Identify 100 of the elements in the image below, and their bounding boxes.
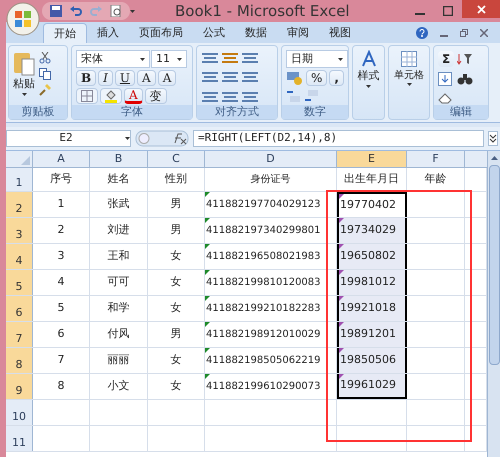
column-header[interactable]: B (90, 151, 148, 167)
table-cell: 张武 (90, 192, 148, 217)
align-middle-icon[interactable] (221, 51, 239, 65)
caret-icon (406, 83, 412, 86)
error-indicator-icon (205, 348, 210, 353)
caret-icon (177, 58, 182, 60)
row-header[interactable]: 8 (6, 348, 33, 373)
table-cell: 王和 (90, 244, 148, 269)
currency-icon[interactable] (286, 70, 304, 86)
shrink-font-button[interactable]: A (158, 70, 176, 86)
close-icon[interactable] (480, 28, 488, 36)
caret-icon (22, 92, 26, 96)
align-right-icon[interactable] (241, 70, 259, 84)
binoculars-icon[interactable] (457, 72, 474, 86)
error-indicator-icon (205, 270, 210, 275)
group-label: 编辑 (434, 105, 488, 119)
align-top-icon[interactable] (201, 51, 219, 65)
table-cell: 19850506 (337, 348, 407, 373)
phonetic-button[interactable]: 变 (144, 88, 167, 104)
table-cell: 5 (33, 296, 90, 321)
table-cell: 2 (33, 218, 90, 243)
undo-icon[interactable] (70, 5, 82, 17)
group-label: 字体 (72, 105, 192, 119)
vertical-scrollbar[interactable] (487, 151, 500, 457)
table-cell: 可可 (90, 270, 148, 295)
brush-icon[interactable] (39, 84, 51, 96)
styles-icon (360, 50, 378, 68)
scroll-thumb[interactable] (488, 165, 500, 365)
grow-font-button[interactable]: A (137, 70, 156, 86)
font-color-button[interactable]: A (124, 88, 143, 104)
table-cell: 19734029 (337, 218, 407, 243)
table-cell: 小文 (90, 374, 148, 399)
ribbon-tab[interactable]: 审阅 (277, 23, 319, 43)
comma-button[interactable]: , (329, 70, 344, 86)
table-grid-icon (400, 50, 418, 68)
styles-button[interactable]: 样式 (357, 50, 380, 119)
sort-filter-icon[interactable] (457, 52, 474, 66)
row-header[interactable]: 6 (6, 296, 33, 321)
row-header[interactable]: 3 (6, 218, 33, 243)
ribbon-tab[interactable]: 页面布局 (129, 23, 193, 43)
formula-field[interactable]: =RIGHT(LEFT(D2,14),8) (193, 130, 484, 147)
percent-button[interactable]: % (306, 70, 328, 86)
row-header[interactable]: 1 (6, 168, 33, 191)
underline-button[interactable]: U (114, 70, 136, 86)
table-cell: 出生年月日 (337, 168, 407, 191)
bold-button[interactable]: B (76, 70, 96, 86)
number-format-field[interactable]: 日期 (286, 50, 348, 68)
table-cell: 19981012 (337, 270, 407, 295)
row-header[interactable]: 2 (6, 192, 33, 217)
autosum-button[interactable]: Σ (438, 51, 454, 68)
ribbon-tab[interactable]: 数据 (235, 23, 277, 43)
print-preview-icon[interactable] (110, 5, 122, 17)
border-grid-icon (81, 90, 93, 102)
window-title: Book1 - Microsoft Excel (175, 0, 350, 22)
table-cell: 19921018 (337, 296, 407, 321)
cells-button[interactable]: 单元格 (393, 50, 425, 119)
expand-icon[interactable] (488, 131, 498, 146)
paste-button[interactable]: 粘贴 (13, 50, 35, 105)
row-header[interactable]: 10 (6, 400, 33, 425)
table-cell: 丽丽 (90, 348, 148, 373)
copy-icon[interactable] (39, 68, 51, 80)
row-header[interactable]: 4 (6, 244, 33, 269)
column-header[interactable]: C (148, 151, 205, 167)
column-header[interactable]: E (337, 151, 407, 167)
align-bottom-icon[interactable] (241, 51, 259, 65)
align-center-icon[interactable] (221, 70, 239, 84)
ribbon-tab[interactable]: 公式 (193, 23, 235, 43)
column-header[interactable]: A (33, 151, 90, 167)
error-indicator-icon (205, 322, 210, 327)
table-cell: 4 (33, 270, 90, 295)
align-left-icon[interactable] (201, 70, 219, 84)
maximize-icon[interactable] (443, 6, 453, 16)
fill-color-button[interactable] (100, 88, 122, 104)
scissors-icon[interactable] (39, 52, 51, 64)
ribbon-tab[interactable]: 视图 (319, 23, 361, 43)
close-icon (476, 4, 486, 14)
ribbon-tab[interactable]: 开始 (43, 23, 87, 43)
ribbon-tab[interactable]: 插入 (87, 23, 129, 43)
italic-button[interactable]: I (98, 70, 113, 86)
column-header[interactable]: F (407, 151, 465, 167)
font-name-field[interactable]: 宋体 (76, 50, 150, 68)
restore-icon[interactable] (460, 28, 468, 36)
error-indicator-icon (205, 192, 210, 197)
borders-button[interactable] (76, 88, 98, 104)
name-box[interactable]: E2 (6, 130, 131, 147)
row-header[interactable]: 5 (6, 270, 33, 295)
fx-icon[interactable] (135, 130, 189, 147)
row-header[interactable]: 7 (6, 322, 33, 347)
close-button[interactable] (462, 0, 500, 18)
font-size-field[interactable]: 11 (151, 50, 187, 68)
row-header[interactable]: 9 (6, 374, 33, 399)
save-icon[interactable] (50, 5, 62, 17)
fill-down-icon[interactable] (438, 72, 452, 86)
row-header[interactable]: 11 (6, 426, 33, 451)
table-cell: 和学 (90, 296, 148, 321)
paint-bucket-icon (105, 90, 117, 102)
help-icon[interactable] (416, 26, 428, 38)
table-cell: 1 (33, 192, 90, 217)
table-cell: 6 (33, 322, 90, 347)
table-cell: 8 (33, 374, 90, 399)
